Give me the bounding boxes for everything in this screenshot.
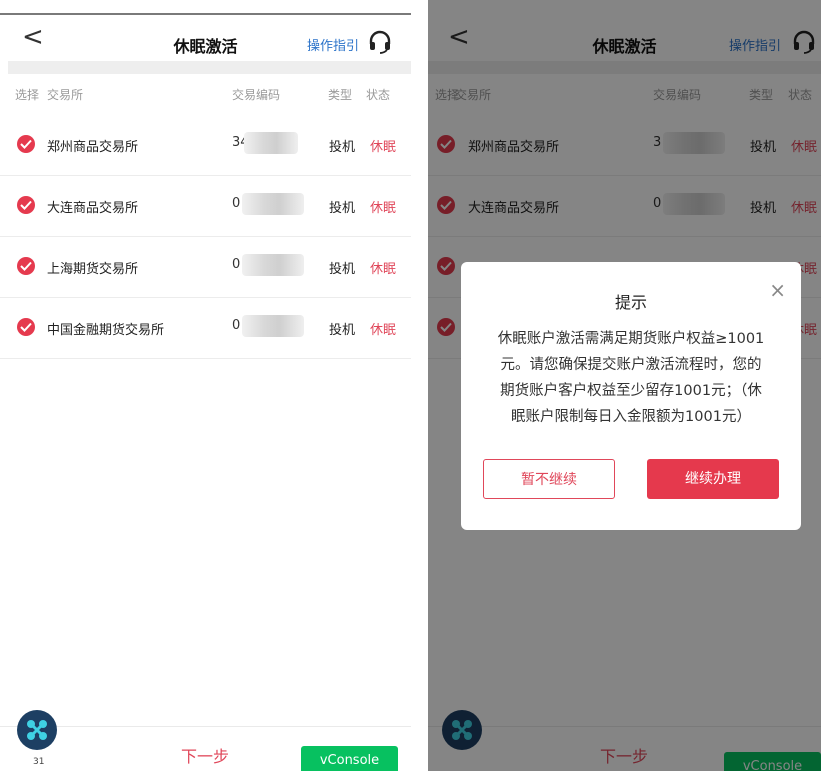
- dialog-line: 休眠账户激活需满足期货账户权益≥1001: [497, 331, 765, 347]
- exchange-code: 0: [232, 318, 241, 333]
- exchange-name: 中国金融期货交易所: [47, 323, 165, 338]
- col-code: 交易编码: [232, 88, 281, 102]
- column-header: 选择 交易所 交易编码 类型 状态: [0, 86, 411, 106]
- table-row[interactable]: 上海期货交易所 0 投机 休眠: [0, 236, 411, 298]
- row-status: 休眠: [370, 140, 397, 155]
- exchange-code: 0: [232, 196, 241, 211]
- col-exchange: 交易所: [47, 88, 84, 102]
- col-select: 选择: [15, 88, 40, 102]
- row-status: 休眠: [370, 201, 397, 216]
- row-type: 投机: [329, 262, 356, 277]
- guide-link[interactable]: 操作指引: [307, 35, 359, 54]
- table-row[interactable]: 郑州商品交易所 34 投机 休眠: [0, 114, 411, 176]
- table-row[interactable]: 大连商品交易所 0 投机 休眠: [0, 175, 411, 237]
- app-logo-icon[interactable]: [17, 710, 57, 750]
- dialog-title: 提示: [614, 293, 647, 312]
- code-mask: [242, 315, 304, 337]
- check-circle-icon[interactable]: [17, 196, 35, 214]
- next-step-button[interactable]: 下一步: [181, 743, 229, 767]
- vconsole-button[interactable]: vConsole: [301, 746, 398, 771]
- headset-icon[interactable]: [367, 29, 393, 55]
- row-type: 投机: [329, 323, 356, 338]
- col-status: 状态: [366, 88, 391, 102]
- exchange-name: 大连商品交易所: [47, 201, 139, 216]
- notice-dialog: 提示 × 休眠账户激活需满足期货账户权益≥1001 元。请您确保提交账户激活流程…: [461, 262, 801, 530]
- row-status: 休眠: [370, 323, 397, 338]
- dialog-line: 眠账户限制每日入金限额为1001元）: [511, 409, 751, 425]
- exchange-name: 上海期货交易所: [47, 262, 139, 277]
- row-type: 投机: [329, 140, 356, 155]
- code-mask: [244, 132, 298, 154]
- dialog-line: 期货账户客户权益至少留存1001元；（休: [500, 383, 762, 399]
- col-type: 类型: [328, 88, 353, 102]
- logo-number: 31: [33, 757, 45, 767]
- row-status: 休眠: [370, 262, 397, 277]
- exchange-code: 0: [232, 257, 241, 272]
- row-type: 投机: [329, 201, 356, 216]
- right-screen: < 休眠激活 操作指引 选择 交易所 交易编码 类型 状态 郑州商品交易所 3 …: [428, 0, 821, 771]
- continue-button[interactable]: 继续办理: [647, 459, 779, 499]
- left-screen: < 休眠激活 操作指引 选择 交易所 交易编码 类型 状态 郑州商品交易所 34…: [0, 0, 411, 771]
- check-circle-icon[interactable]: [17, 257, 35, 275]
- table-row[interactable]: 中国金融期货交易所 0 投机 休眠: [0, 297, 411, 359]
- gray-divider: [8, 61, 411, 74]
- check-circle-icon[interactable]: [17, 318, 35, 336]
- cancel-button[interactable]: 暂不继续: [483, 459, 615, 499]
- code-mask: [242, 193, 304, 215]
- check-circle-icon[interactable]: [17, 135, 35, 153]
- header: < 休眠激活 操作指引: [0, 15, 411, 61]
- dialog-line: 元。请您确保提交账户激活流程时，您的: [500, 357, 762, 373]
- close-icon[interactable]: ×: [769, 278, 786, 302]
- code-mask: [242, 254, 304, 276]
- dialog-message: 休眠账户激活需满足期货账户权益≥1001 元。请您确保提交账户激活流程时，您的 …: [479, 326, 783, 430]
- exchange-name: 郑州商品交易所: [47, 140, 139, 155]
